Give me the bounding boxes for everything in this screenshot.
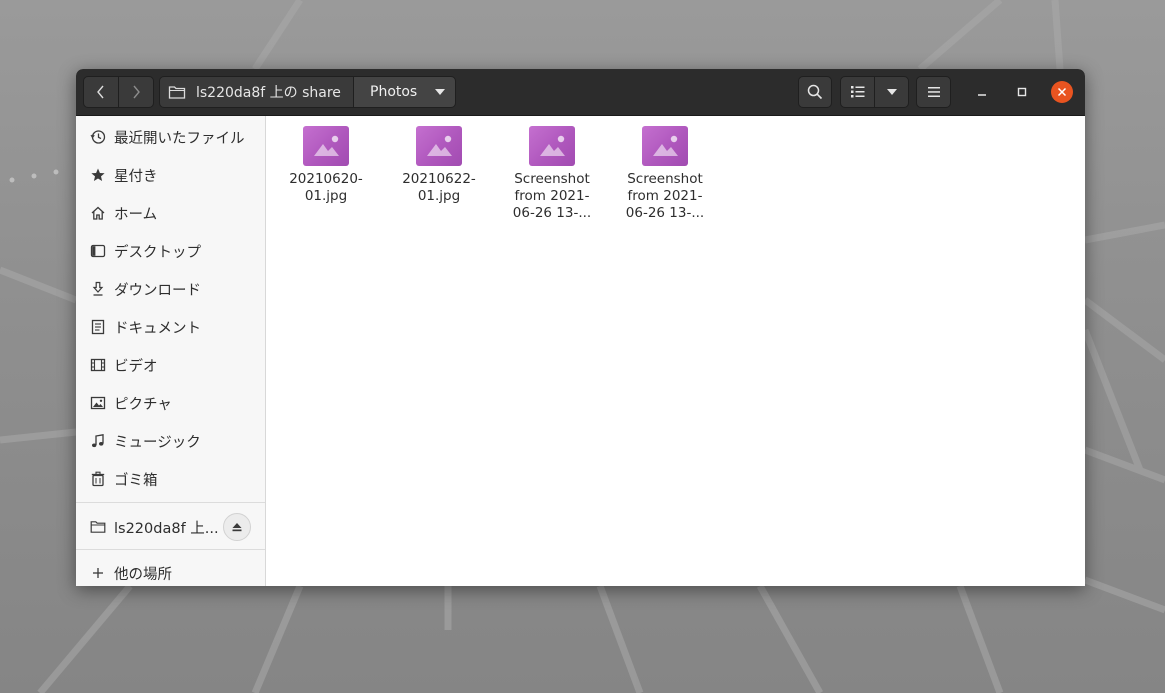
- file-name: 20210622- 01.jpg: [402, 171, 476, 204]
- image-file-icon: [529, 126, 575, 166]
- sidebar-item-documents[interactable]: ドキュメント: [76, 310, 265, 344]
- file-name: Screenshot from 2021- 06-26 13-...: [512, 171, 592, 221]
- image-file-icon: [642, 126, 688, 166]
- path-segment-photos[interactable]: Photos: [353, 76, 456, 108]
- list-view-button[interactable]: [840, 76, 875, 108]
- document-icon: [90, 319, 106, 335]
- sidebar-item-label: ビデオ: [114, 358, 158, 375]
- sidebar-item-label: ドキュメント: [114, 320, 201, 337]
- file-item[interactable]: Screenshot from 2021- 06-26 13-...: [501, 126, 603, 222]
- hamburger-menu-icon: [927, 87, 940, 97]
- sidebar-item-desktop[interactable]: デスクトップ: [76, 234, 265, 268]
- sidebar-item-label: ls220da8f 上...: [114, 520, 219, 537]
- eject-button[interactable]: [223, 513, 251, 541]
- search-icon: [807, 84, 823, 100]
- video-icon: [90, 357, 106, 373]
- sidebar-item-downloads[interactable]: ダウンロード: [76, 272, 265, 306]
- search-button[interactable]: [798, 76, 832, 108]
- trash-icon: [90, 471, 106, 487]
- triangle-down-icon: [886, 89, 897, 95]
- sidebar-item-label: 他の場所: [114, 566, 172, 583]
- sidebar-item-label: 星付き: [114, 168, 158, 185]
- sidebar-item-label: ピクチャ: [114, 396, 172, 413]
- sidebar-separator: [76, 502, 265, 503]
- path-segment-share-label: ls220da8f 上の share: [196, 85, 341, 101]
- file-name: Screenshot from 2021- 06-26 13-...: [625, 171, 705, 221]
- triangle-down-icon: [435, 89, 445, 95]
- sidebar-item-trash[interactable]: ゴミ箱: [76, 462, 265, 496]
- file-item[interactable]: Screenshot from 2021- 06-26 13-...: [614, 126, 716, 222]
- minimize-icon: [978, 94, 986, 96]
- sidebar-item-pictures[interactable]: ピクチャ: [76, 386, 265, 420]
- file-name: 20210620- 01.jpg: [289, 171, 363, 204]
- image-file-icon: [303, 126, 349, 166]
- sidebar-item-label: ダウンロード: [114, 282, 201, 299]
- file-item[interactable]: 20210622- 01.jpg: [388, 126, 490, 205]
- sidebar-separator: [76, 549, 265, 550]
- main-menu-button[interactable]: [916, 76, 951, 108]
- back-button[interactable]: [83, 76, 119, 108]
- desktop-icon: [90, 243, 106, 259]
- plus-icon: [90, 565, 106, 581]
- path-segment-photos-label: Photos: [370, 84, 418, 100]
- sidebar-item-label: ホーム: [114, 206, 158, 223]
- home-icon: [90, 205, 106, 221]
- sidebar-item-starred[interactable]: 星付き: [76, 158, 265, 192]
- path-segment-share[interactable]: ls220da8f 上の share: [159, 76, 354, 108]
- eject-icon: [232, 523, 242, 532]
- sidebar-item-label: デスクトップ: [114, 244, 201, 261]
- recent-clock-icon: [90, 129, 106, 145]
- sidebar-item-other-locations[interactable]: 他の場所: [76, 556, 265, 586]
- sidebar-item-network-share[interactable]: ls220da8f 上...: [76, 510, 265, 544]
- image-file-icon: [416, 126, 462, 166]
- sidebar-item-home[interactable]: ホーム: [76, 196, 265, 230]
- list-view-icon: [850, 86, 864, 98]
- sidebar: 最近開いたファイル 星付き ホーム デスクトップ ダウンロード ドキュメント ビ…: [76, 116, 266, 586]
- picture-icon: [90, 395, 106, 411]
- file-manager-window: ls220da8f 上の share Photos 最近開いたファイル 星付き …: [76, 69, 1085, 586]
- sidebar-item-label: ミュージック: [114, 434, 201, 451]
- minimize-button[interactable]: [972, 82, 992, 102]
- sidebar-item-label: ゴミ箱: [114, 472, 158, 489]
- sidebar-item-label: 最近開いたファイル: [114, 130, 245, 147]
- star-icon: [90, 167, 106, 183]
- forward-button[interactable]: [118, 76, 154, 108]
- download-icon: [90, 281, 106, 297]
- music-icon: [90, 433, 106, 449]
- chevron-right-icon: [133, 85, 140, 99]
- network-folder-icon: [90, 519, 106, 535]
- close-button[interactable]: [1051, 81, 1073, 103]
- maximize-button[interactable]: [1012, 82, 1032, 102]
- sidebar-item-videos[interactable]: ビデオ: [76, 348, 265, 382]
- chevron-left-icon: [97, 85, 104, 99]
- close-icon: [1057, 87, 1067, 97]
- maximize-icon: [1017, 87, 1027, 97]
- header-bar: ls220da8f 上の share Photos: [76, 69, 1085, 116]
- file-item[interactable]: 20210620- 01.jpg: [275, 126, 377, 205]
- view-options-button[interactable]: [874, 76, 909, 108]
- folder-icon: [168, 86, 186, 99]
- sidebar-item-recent[interactable]: 最近開いたファイル: [76, 120, 265, 154]
- sidebar-item-music[interactable]: ミュージック: [76, 424, 265, 458]
- file-view: 20210620- 01.jpg 20210622- 01.jpg Screen…: [266, 116, 1085, 586]
